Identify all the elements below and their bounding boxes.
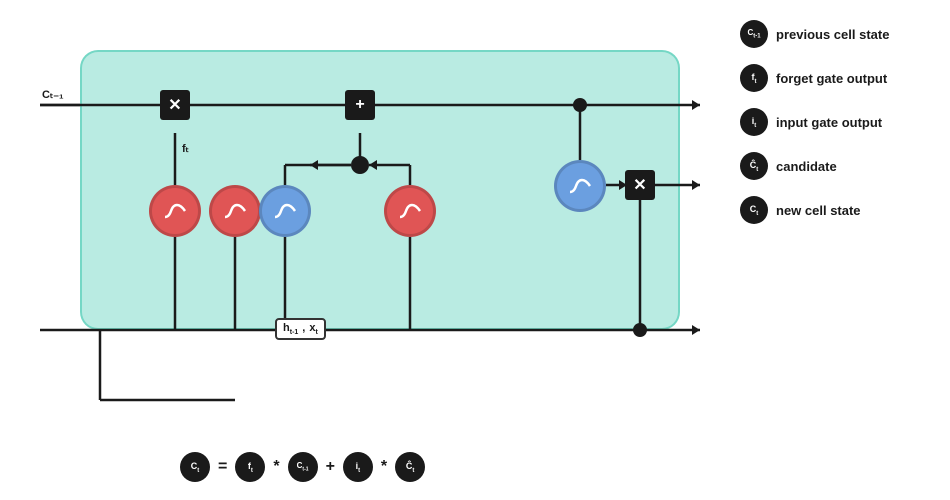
input-sigma-1: [209, 185, 261, 237]
output-sigma: [384, 185, 436, 237]
formula-ct: Ct: [180, 452, 210, 482]
legend-label-ct: new cell state: [776, 203, 861, 218]
forget-gate-label: ✕: [168, 95, 181, 115]
comma-label: ,: [302, 322, 305, 336]
formula-ct-prev: Ct-1: [288, 452, 318, 482]
forget-gate-x: ✕: [160, 90, 190, 120]
formula-mult1: *: [273, 458, 279, 476]
legend-circle-ct: Ct: [740, 196, 768, 224]
legend-circle-cprev: Ct-1: [740, 20, 768, 48]
diagram-svg: [20, 30, 720, 410]
formula-it: it: [343, 452, 373, 482]
legend-circle-candidate: Ĉt: [740, 152, 768, 180]
legend: Ct-1 previous cell state ft forget gate …: [740, 20, 940, 240]
concat-label: ht-1 , xt: [275, 318, 326, 340]
ft-label: fₜ: [182, 142, 189, 155]
formula-ft: ft: [235, 452, 265, 482]
candidate-sigma: [259, 185, 311, 237]
add-gate-label: +: [355, 96, 364, 114]
add-gate: +: [345, 90, 375, 120]
legend-item-ft: ft forget gate output: [740, 64, 940, 92]
legend-circle-ft: ft: [740, 64, 768, 92]
legend-circle-it: it: [740, 108, 768, 136]
legend-label-cprev: previous cell state: [776, 27, 889, 42]
forget-sigma: [149, 185, 201, 237]
legend-item-it: it input gate output: [740, 108, 940, 136]
formula-equals: =: [218, 458, 227, 476]
formula-candidate: Ĉt: [395, 452, 425, 482]
xt-label: xt: [309, 322, 317, 336]
h-prev-label: ht-1: [283, 322, 298, 336]
legend-item-candidate: Ĉt candidate: [740, 152, 940, 180]
legend-item-cprev: Ct-1 previous cell state: [740, 20, 940, 48]
formula-plus: +: [326, 458, 335, 476]
formula: Ct = ft * Ct-1 + it * Ĉt: [180, 452, 425, 482]
output-tanh-sigma: [554, 160, 606, 212]
legend-label-it: input gate output: [776, 115, 882, 130]
legend-label-candidate: candidate: [776, 159, 837, 174]
legend-item-ct: Ct new cell state: [740, 196, 940, 224]
legend-label-ft: forget gate output: [776, 71, 887, 86]
diagram-container: ✕ + ✕ Cₜ₋₁: [20, 30, 720, 410]
c-prev-label: Cₜ₋₁: [42, 88, 64, 101]
output-gate-label: ✕: [633, 175, 646, 195]
output-gate-x: ✕: [625, 170, 655, 200]
formula-mult2: *: [381, 458, 387, 476]
